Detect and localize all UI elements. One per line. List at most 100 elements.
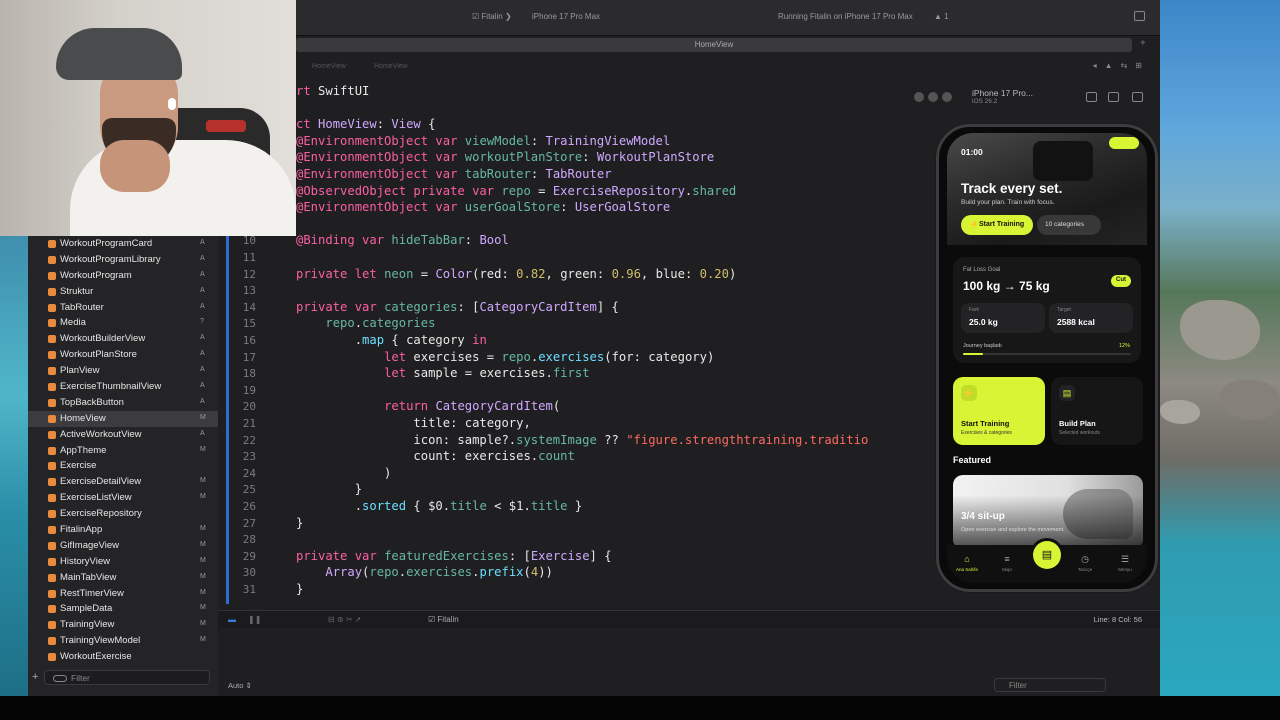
navigator-file-item[interactable]: TabRouter A — [28, 300, 218, 316]
navigator-file-item[interactable]: SampleData M — [28, 601, 218, 617]
hero-banner: 01:00 Track every set. Build your plan. … — [947, 133, 1147, 245]
jump-bar-item[interactable]: HomeView — [312, 63, 346, 70]
start-training-card[interactable]: ⚡ Start Training Exercises & categories — [953, 377, 1045, 445]
navigator-file-item[interactable]: ExerciseRepository — [28, 506, 218, 522]
swift-file-icon — [48, 462, 56, 471]
line-number: 29 — [242, 549, 256, 563]
navigator-file-item[interactable]: ActiveWorkoutView A — [28, 427, 218, 443]
git-status-badge: M — [200, 540, 206, 548]
navigator-file-item[interactable]: WorkoutProgramLibrary A — [28, 252, 218, 268]
editor-tab[interactable]: HomeView — [296, 38, 1132, 52]
tab-history[interactable]: ◷ Tarixçe — [1067, 553, 1103, 579]
swift-file-icon — [48, 271, 56, 280]
navigator-file-item[interactable]: FitalinApp M — [28, 522, 218, 538]
navigator-file-item[interactable]: WorkoutExercise — [28, 649, 218, 665]
editor-tab-label: HomeView — [694, 40, 734, 49]
navigator-file-item[interactable]: Media? — [28, 315, 218, 331]
navigator-file-item[interactable]: Exercise — [28, 458, 218, 474]
screenshot-icon[interactable] — [1108, 92, 1119, 102]
file-name: Struktur — [60, 285, 94, 297]
goal-card[interactable]: Fat Loss Goal 100 kg → 75 kg Cut Fark 25… — [953, 257, 1141, 363]
tab-workouts[interactable]: ≡ Miqo — [989, 553, 1025, 579]
toggle-console-icon[interactable]: ▬ — [228, 615, 236, 624]
project-navigator: WorkoutProgramCard A WorkoutProgramLibrary… — [28, 236, 218, 696]
swift-file-icon — [48, 367, 56, 376]
navigator-file-item[interactable]: HistoryView M — [28, 554, 218, 570]
scheme-selector[interactable]: ☑ Fitalin ❯ — [472, 12, 512, 21]
navigator-filter-input[interactable]: Filter — [44, 670, 210, 685]
navigator-file-item[interactable]: TrainingView M — [28, 617, 218, 633]
destination-selector[interactable]: iPhone 17 Pro Max — [532, 12, 600, 21]
navigator-file-item[interactable]: RestTimerView M — [28, 586, 218, 602]
code-line: 20 return CategoryCardItem( — [218, 399, 900, 416]
navigator-file-list: WorkoutProgramCard A WorkoutProgramLibrary… — [28, 236, 218, 665]
git-status-badge: M — [200, 413, 206, 421]
code-text: rt SwiftUI — [296, 84, 370, 98]
file-name: TopBackButton — [60, 396, 124, 408]
stat-card: Fark 25.0 kg — [961, 303, 1045, 333]
navigator-file-item[interactable]: ExerciseThumbnailView A — [28, 379, 218, 395]
swift-file-icon — [48, 446, 56, 455]
view-debugger-icon[interactable]: ⊟ ⊛ ✂ ➚ — [328, 615, 361, 624]
start-training-button[interactable]: ⚡ Start Training — [961, 215, 1033, 235]
navigator-file-item[interactable]: ExerciseListView M — [28, 490, 218, 506]
navigator-file-item[interactable]: WorkoutPlanStore A — [28, 347, 218, 363]
debug-bar: ▬ ❚❚ ⊟ ⊛ ✂ ➚ ☑ Fitalin Line: 8 Col: 56 — [218, 610, 1160, 628]
pause-icon[interactable]: ❚❚ — [248, 615, 261, 624]
console-mode-select[interactable]: Auto ⇕ — [228, 681, 252, 690]
navigator-file-item[interactable]: ExerciseDetailView M — [28, 474, 218, 490]
navigator-file-item[interactable]: WorkoutProgramCard A — [28, 236, 218, 252]
git-status-badge: M — [200, 493, 206, 501]
home-icon[interactable] — [1086, 92, 1097, 102]
file-name: HomeView — [60, 412, 106, 424]
navigator-file-item[interactable]: AppTheme M — [28, 443, 218, 459]
warning-count[interactable]: ▲ 1 — [934, 12, 949, 21]
line-number: 28 — [242, 533, 256, 547]
line-number: 19 — [242, 383, 256, 397]
code-line: 19 — [218, 383, 900, 400]
featured-exercise-subtitle: Open exercise and explore the movement. — [961, 527, 1065, 533]
git-status-badge: A — [200, 254, 205, 262]
navigator-file-item[interactable]: TrainingViewModel M — [28, 633, 218, 649]
file-name: ExerciseThumbnailView — [60, 381, 162, 393]
navigator-file-item[interactable]: TopBackButton A — [28, 395, 218, 411]
navigator-file-item[interactable]: GifImageView M — [28, 538, 218, 554]
git-status-badge: M — [200, 572, 206, 580]
new-tab-button[interactable]: + — [1140, 38, 1146, 49]
navigator-file-item[interactable]: PlanView A — [28, 363, 218, 379]
file-name: PlanView — [60, 365, 100, 377]
app-tab-bar: ⌂ Ana Sahife ≡ Miqo ▤ ◷ Tarixçe ☰ Menyu — [947, 541, 1147, 583]
navigator-file-item[interactable]: HomeView M — [28, 410, 218, 427]
git-status-badge: A — [200, 239, 205, 246]
categories-button[interactable]: 10 categories — [1037, 215, 1101, 235]
jump-bar-icons[interactable]: ◂▲⇆⊞ — [1093, 61, 1150, 70]
activity-status: Running Fitalin on iPhone 17 Pro Max — [778, 12, 913, 21]
navigator-file-item[interactable]: MainTabView M — [28, 570, 218, 586]
navigator-file-item[interactable]: WorkoutBuilderView A — [28, 331, 218, 347]
tab-home[interactable]: ⌂ Ana Sahife — [949, 553, 985, 579]
code-editor[interactable]: rt SwiftUI ct HomeView: View {@Environmen… — [218, 74, 900, 604]
navigator-file-item[interactable]: WorkoutProgram A — [28, 268, 218, 284]
debug-target: ☑ Fitalin — [428, 615, 459, 624]
inspector-toggle-icon[interactable] — [1134, 11, 1145, 21]
code-text: let sample = exercises.first — [384, 366, 590, 381]
file-name: WorkoutProgramCard — [60, 238, 153, 249]
rotate-icon[interactable] — [1132, 92, 1143, 102]
git-status-badge: M — [200, 588, 206, 596]
line-number: 23 — [242, 450, 256, 464]
code-line: 11 — [218, 250, 900, 267]
build-plan-card[interactable]: ▤ Build Plan Selected workouts — [1051, 377, 1143, 445]
navigator-file-item[interactable]: Struktur A — [28, 284, 218, 300]
featured-exercise-card[interactable]: 3/4 sit-up Open exercise and explore the… — [953, 475, 1143, 549]
code-line: 26 .sorted { $0.title < $1.title } — [218, 499, 900, 516]
tab-plan-center-button[interactable]: ▤ — [1033, 541, 1061, 569]
featured-heading: Featured — [953, 455, 992, 465]
code-text: @Binding var hideTabBar: Bool — [296, 233, 509, 248]
add-file-button[interactable]: + — [32, 671, 38, 683]
console-filter-input[interactable]: Filter — [994, 678, 1106, 692]
code-line: 17 let exercises = repo.exercises(for: c… — [218, 350, 900, 367]
jump-bar-item[interactable]: HomeView — [374, 63, 408, 70]
file-name: ExerciseRepository — [60, 508, 142, 520]
tab-menu[interactable]: ☰ Menyu — [1107, 553, 1143, 579]
cursor-position: Line: 8 Col: 56 — [1093, 615, 1142, 624]
